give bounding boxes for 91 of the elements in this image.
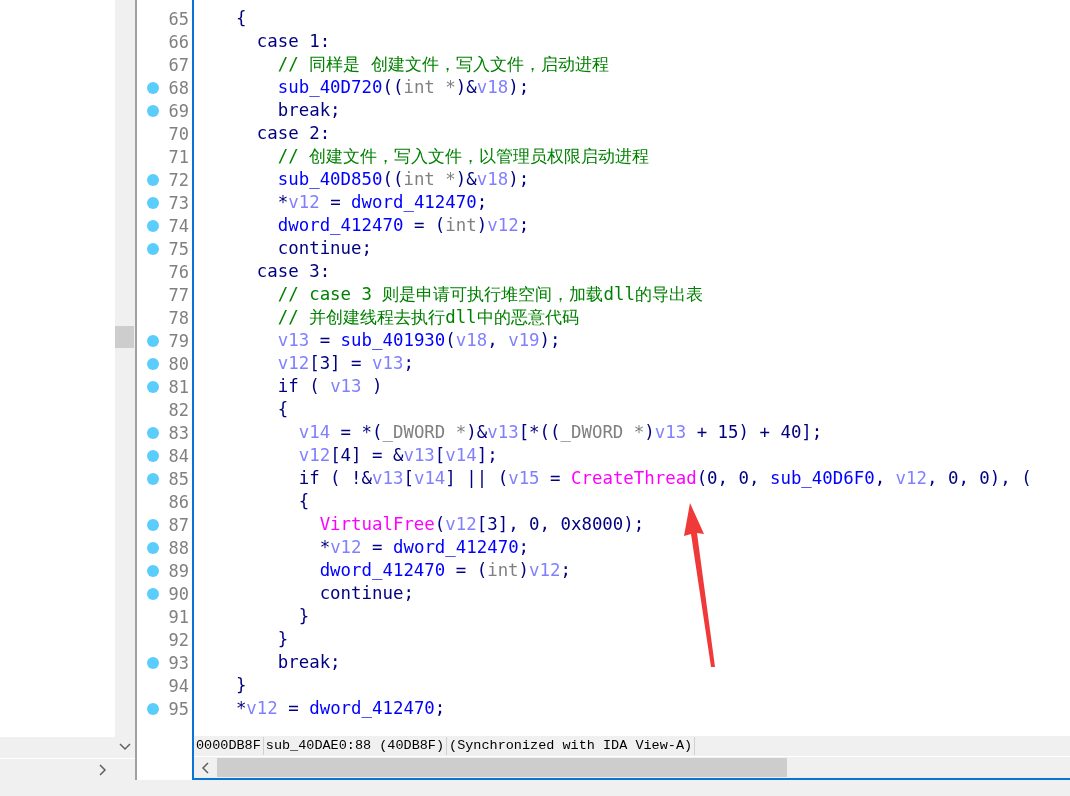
- code-line: v13 = sub_401930(v18, v19);: [276, 329, 562, 352]
- line-number: 71: [168, 146, 189, 167]
- code-line: *v12 = dword_412470;: [318, 536, 531, 559]
- chevron-down-icon[interactable]: [119, 743, 131, 751]
- breakpoint-dot-icon[interactable]: [147, 173, 159, 186]
- breakpoint-dot-icon[interactable]: [147, 587, 159, 600]
- code-line: VirtualFree(v12[3], 0, 0x8000);: [318, 513, 646, 536]
- line-number: 78: [168, 307, 189, 328]
- scrollbar-thumb[interactable]: [217, 758, 787, 777]
- code-line: v12[3] = v13;: [276, 352, 415, 375]
- line-number: 83: [168, 422, 189, 443]
- code-line: *v12 = dword_412470;: [234, 697, 447, 720]
- code-line: // 同样是 创建文件，写入文件，启动进程: [276, 53, 610, 76]
- line-number: 90: [168, 583, 189, 604]
- code-line: continue;: [276, 237, 373, 260]
- code-line: continue;: [318, 582, 415, 605]
- chevron-right-icon[interactable]: [99, 763, 107, 776]
- line-number: 95: [168, 698, 189, 719]
- code-line: }: [276, 628, 290, 651]
- scrollbar-track[interactable]: [115, 0, 135, 758]
- code-line: {: [276, 398, 290, 421]
- code-line: }: [297, 605, 311, 628]
- breakpoint-dot-icon[interactable]: [147, 702, 159, 715]
- line-number: 85: [168, 468, 189, 489]
- breakpoint-dot-icon[interactable]: [147, 449, 159, 462]
- code-line: }: [234, 674, 248, 697]
- line-number: 75: [168, 238, 189, 259]
- code-line: // 创建文件，写入文件，以管理员权限启动进程: [276, 145, 651, 168]
- breakpoint-dot-icon[interactable]: [147, 357, 159, 370]
- status-field: (Synchronized with IDA View-A): [447, 737, 696, 755]
- status-field: sub_40DAE0:88 (40DB8F): [263, 737, 448, 755]
- scrollbar-track[interactable]: [194, 756, 1070, 778]
- line-number: 94: [168, 675, 189, 696]
- line-number: 84: [168, 445, 189, 466]
- line-number: 65: [168, 8, 189, 29]
- code-line: break;: [276, 651, 342, 674]
- code-line: break;: [276, 99, 342, 122]
- line-number: 77: [168, 284, 189, 305]
- line-number: 82: [168, 399, 189, 420]
- line-number: 80: [168, 353, 189, 374]
- breakpoint-dot-icon[interactable]: [147, 242, 159, 255]
- line-number: 76: [168, 261, 189, 282]
- breakpoint-dot-icon[interactable]: [147, 564, 159, 577]
- breakpoint-dot-icon[interactable]: [147, 472, 159, 485]
- breakpoint-dot-icon[interactable]: [147, 196, 159, 209]
- line-number: 81: [168, 376, 189, 397]
- line-number: 79: [168, 330, 189, 351]
- line-number: 92: [168, 629, 189, 650]
- code-line: case 3:: [255, 260, 332, 283]
- breakpoint-dot-icon[interactable]: [147, 518, 159, 531]
- breakpoint-dot-icon[interactable]: [147, 104, 159, 117]
- code-line: case 1:: [255, 30, 332, 53]
- breakpoint-dot-icon[interactable]: [147, 426, 159, 439]
- breakpoint-dot-icon[interactable]: [147, 334, 159, 347]
- code-line: {: [234, 7, 248, 30]
- breakpoint-dot-icon[interactable]: [147, 380, 159, 393]
- scrollbar-track[interactable]: [0, 758, 135, 780]
- code-line: dword_412470 = (int)v12;: [318, 559, 572, 582]
- breakpoint-dot-icon[interactable]: [147, 541, 159, 554]
- line-number: 88: [168, 537, 189, 558]
- line-number: 86: [168, 491, 189, 512]
- line-number: 91: [168, 606, 189, 627]
- line-number: 87: [168, 514, 189, 535]
- line-number: 73: [168, 192, 189, 213]
- line-number: 93: [168, 652, 189, 673]
- code-line: // case 3 则是申请可执行堆空间，加载dll的导出表: [276, 283, 704, 306]
- code-line: if ( v13 ): [276, 375, 384, 398]
- line-number: 70: [168, 123, 189, 144]
- scrollbar-thumb[interactable]: [115, 326, 134, 348]
- line-number: 89: [168, 560, 189, 581]
- chevron-left-icon[interactable]: [201, 761, 209, 774]
- code-line: case 2:: [255, 122, 332, 145]
- code-line: sub_40D850((int *)&v18);: [276, 168, 531, 191]
- breakpoint-dot-icon[interactable]: [147, 219, 159, 232]
- line-number: 66: [168, 31, 189, 52]
- code-line: v14 = *(_DWORD *)&v13[*((_DWORD *)v13 + 15) + 40];: [297, 421, 824, 444]
- code-line: *v12 = dword_412470;: [276, 191, 489, 214]
- line-number: 67: [168, 54, 189, 75]
- line-number: 74: [168, 215, 189, 236]
- code-line: // 并创建线程去执行dll中的恶意代码: [276, 306, 580, 329]
- code-line: v12[4] = &v13[v14];: [297, 444, 499, 467]
- line-number: 69: [168, 100, 189, 121]
- line-number: 68: [168, 77, 189, 98]
- code-line: dword_412470 = (int)v12;: [276, 214, 531, 237]
- code-line: sub_40D720((int *)&v18);: [276, 76, 531, 99]
- line-number: 72: [168, 169, 189, 190]
- breakpoint-dot-icon[interactable]: [147, 81, 159, 94]
- code-line: if ( !&v13[v14] || (v15 = CreateThread(0, 0, sub_40D6F0, v12, 0, 0), (: [297, 467, 1033, 490]
- code-line: {: [297, 490, 311, 513]
- status-field: 0000DB8F: [194, 737, 264, 755]
- breakpoint-dot-icon[interactable]: [147, 656, 159, 669]
